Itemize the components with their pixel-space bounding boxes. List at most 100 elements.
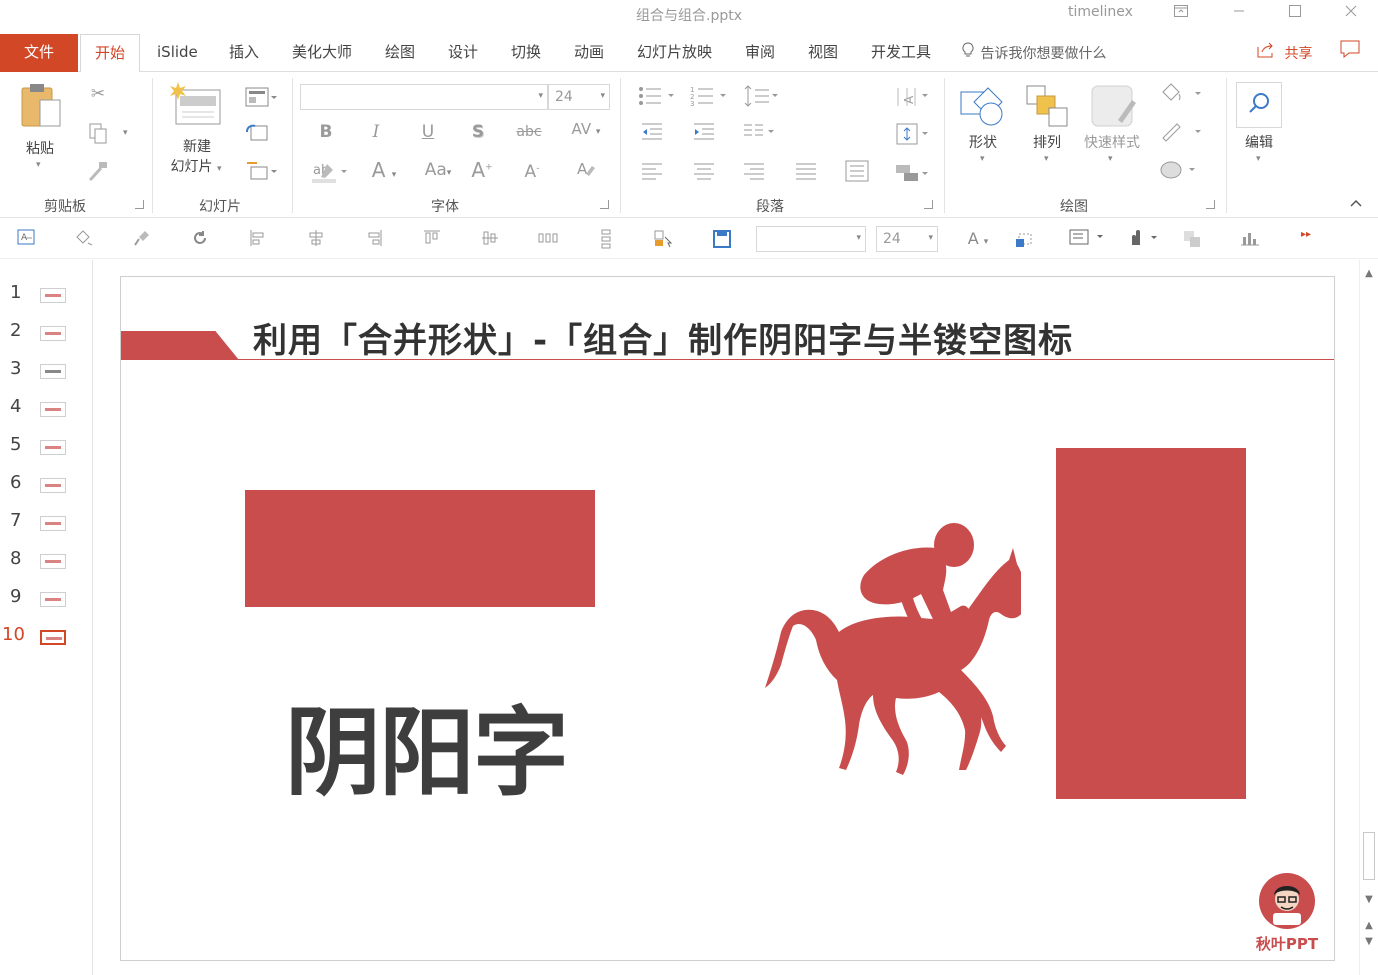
arrange-label[interactable]: 排列 [1026, 132, 1068, 152]
arrange-dropdown-icon[interactable]: ▾ [1044, 154, 1049, 164]
bullets-icon[interactable] [636, 84, 678, 113]
copy-dropdown-icon[interactable]: ▾ [123, 128, 128, 138]
slide-title[interactable]: 利用「合并形状」-「组合」制作阴阳字与半镂空图标 [253, 313, 1073, 362]
tab-beautify[interactable]: 美化大师 [292, 34, 352, 72]
justify-icon[interactable] [794, 162, 818, 187]
cut-icon[interactable]: ✂ [88, 84, 108, 104]
font-name-combo[interactable]: ▾ [300, 84, 548, 110]
align-text-icon[interactable] [894, 122, 930, 151]
thumbnail-8[interactable]: 8 [0, 548, 93, 578]
layout-icon[interactable] [244, 86, 278, 113]
smartart-icon[interactable] [894, 162, 930, 189]
align-left-objects-icon[interactable] [248, 229, 268, 249]
shapes-dropdown-icon[interactable]: ▾ [980, 154, 985, 164]
decrease-font-icon[interactable]: A- [520, 162, 544, 182]
numbering-icon[interactable]: 123 [688, 84, 730, 113]
qat-size-dropdown-icon[interactable]: ▾ [928, 233, 933, 243]
tab-draw[interactable]: 绘图 [385, 34, 415, 72]
decrease-indent-icon[interactable] [640, 122, 664, 147]
thumbnail-10[interactable]: 10 [0, 624, 93, 654]
distribute-vertical-icon[interactable] [596, 229, 616, 249]
underline-icon[interactable]: U [418, 122, 438, 142]
group-objects-icon[interactable] [1182, 229, 1202, 249]
distributed-icon[interactable] [844, 160, 870, 187]
bold-icon[interactable]: B [316, 122, 336, 142]
format-painter-icon[interactable] [86, 160, 110, 187]
shapes-icon[interactable] [958, 84, 1008, 130]
thumbnail-4[interactable]: 4 [0, 396, 93, 426]
rotate-icon[interactable] [190, 229, 210, 249]
tab-insert[interactable]: 插入 [229, 34, 259, 72]
quick-styles-dropdown-icon[interactable]: ▾ [1108, 154, 1113, 164]
shape-fill-icon[interactable] [1158, 82, 1204, 109]
tab-transitions[interactable]: 切换 [511, 34, 541, 72]
line-spacing-icon[interactable] [742, 84, 782, 113]
scroll-down-icon[interactable]: ▼ [1364, 894, 1374, 905]
tab-slideshow[interactable]: 幻灯片放映 [637, 34, 712, 72]
tab-islide[interactable]: iSlide [157, 34, 198, 72]
paste-label[interactable]: 粘贴 [20, 138, 60, 158]
quick-styles-label[interactable]: 快速样式 [1080, 132, 1144, 152]
character-spacing-icon[interactable]: AV ▾ [568, 120, 604, 138]
thumbnail-1[interactable]: 1 [0, 282, 93, 312]
align-right-objects-icon[interactable] [364, 229, 384, 249]
align-center-icon[interactable] [692, 162, 716, 187]
tab-file[interactable]: 文件 [0, 34, 78, 72]
paste-dropdown-icon[interactable]: ▾ [36, 160, 41, 170]
close-icon[interactable] [1328, 0, 1374, 28]
next-slide-icon[interactable]: ▼ [1364, 936, 1374, 947]
thumbnail-2[interactable]: 2 [0, 320, 93, 350]
align-left-icon[interactable] [640, 162, 664, 187]
red-rectangle-top[interactable] [245, 490, 595, 607]
font-launcher-icon[interactable] [600, 200, 609, 209]
red-rectangle-right[interactable] [1056, 448, 1246, 799]
qat-size-combo[interactable]: 24 ▾ [876, 226, 938, 252]
text-direction-icon[interactable]: A [894, 84, 930, 113]
qat-font-dropdown-icon[interactable]: ▾ [856, 233, 861, 243]
text-highlight-icon[interactable]: ab [310, 160, 350, 189]
thumbnail-9[interactable]: 9 [0, 586, 93, 616]
find-icon[interactable] [1236, 82, 1282, 128]
clear-formatting-icon[interactable]: A [574, 158, 598, 185]
align-center-objects-icon[interactable] [306, 229, 326, 249]
collapse-ribbon-icon[interactable] [1348, 196, 1364, 211]
drawing-launcher-icon[interactable] [1206, 200, 1215, 209]
new-slide-icon[interactable] [170, 80, 224, 132]
editing-label[interactable]: 编辑 [1238, 132, 1280, 152]
ribbon-display-icon[interactable] [1158, 0, 1204, 28]
clipboard-launcher-icon[interactable] [135, 200, 144, 209]
shape-effects-icon[interactable] [1158, 158, 1204, 185]
reset-slide-icon[interactable] [244, 122, 270, 149]
font-color-icon[interactable]: A ▾ [364, 158, 404, 182]
thumbnail-5[interactable]: 5 [0, 434, 93, 464]
qat-font-combo[interactable]: ▾ [756, 226, 866, 252]
previous-slide-icon[interactable]: ▲ [1364, 920, 1374, 931]
thumbnail-6[interactable]: 6 [0, 472, 93, 502]
distribute-horizontal-icon[interactable] [538, 229, 558, 249]
align-middle-objects-icon[interactable] [480, 229, 500, 249]
text-box-icon[interactable]: A [16, 229, 36, 249]
tab-animations[interactable]: 动画 [574, 34, 604, 72]
shapes-label[interactable]: 形状 [962, 132, 1004, 152]
comment-icon[interactable] [1340, 40, 1360, 62]
strikethrough-icon[interactable]: abc [514, 124, 544, 140]
font-size-combo[interactable]: 24 ▾ [548, 84, 610, 110]
section-icon[interactable] [244, 160, 278, 187]
font-name-dropdown-icon[interactable]: ▾ [538, 91, 543, 101]
more-commands-icon[interactable]: ▸▸ [1296, 229, 1316, 249]
select-pane-icon[interactable] [654, 229, 674, 249]
horse-rider-icon[interactable] [761, 520, 1027, 794]
crop-icon[interactable] [1014, 229, 1034, 249]
title-flag-shape[interactable] [121, 331, 239, 360]
arrange-icon[interactable] [1022, 84, 1072, 130]
scrollbar-thumb[interactable] [1363, 832, 1375, 880]
tab-design[interactable]: 设计 [448, 34, 478, 72]
layout-dropdown-icon[interactable] [1068, 229, 1108, 249]
tell-me-search[interactable]: 告诉我你想要做什么 [962, 42, 1106, 63]
font-size-dropdown-icon[interactable]: ▾ [600, 91, 605, 101]
increase-font-icon[interactable]: A+ [470, 158, 494, 182]
italic-icon[interactable]: I [366, 122, 386, 142]
share-button[interactable]: 共享 [1256, 42, 1312, 63]
slide[interactable]: 利用「合并形状」-「组合」制作阴阳字与半镂空图标 阴阳字 秋叶PPT [120, 276, 1335, 961]
increase-indent-icon[interactable] [692, 122, 716, 147]
